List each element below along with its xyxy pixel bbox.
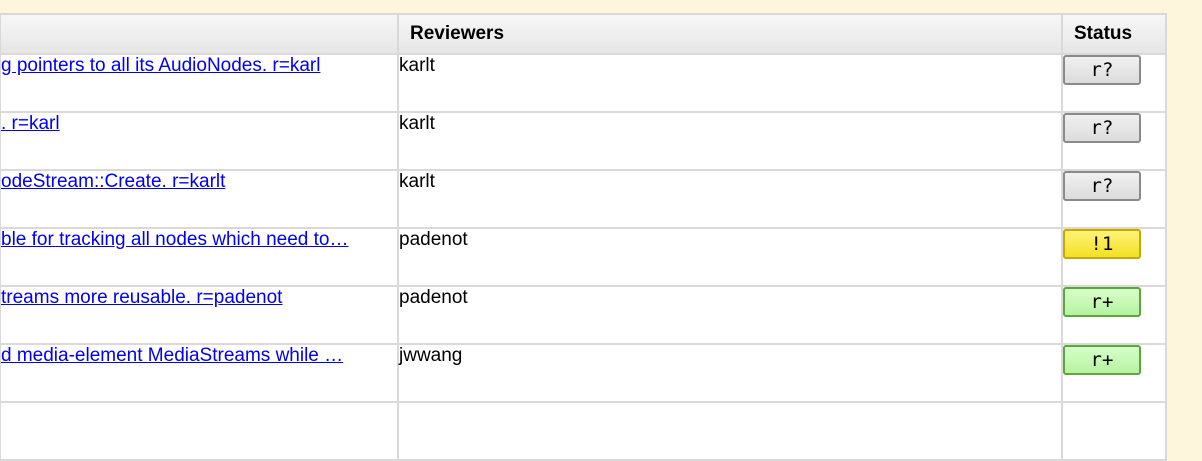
reviewer-cell: karlt — [397, 111, 1063, 171]
table-row: treams more reusable. r=padenot padenot … — [0, 285, 1167, 345]
status-flag-button[interactable]: !1 — [1063, 229, 1141, 259]
table-header-row: Reviewers Status — [0, 13, 1167, 55]
review-link[interactable]: d media-element MediaStreams while … — [2, 346, 396, 367]
review-requests-table: Reviewers Status g pointers to all its A… — [0, 13, 1167, 461]
review-link[interactable]: odeStream::Create. r=karlt — [2, 172, 396, 193]
table-row: d media-element MediaStreams while … jww… — [0, 343, 1167, 403]
status-cell — [1061, 401, 1167, 461]
reviewer-cell: padenot — [397, 227, 1063, 287]
status-flag-button[interactable]: r? — [1063, 113, 1141, 143]
table-row: g pointers to all its AudioNodes. r=karl… — [0, 53, 1167, 113]
status-cell: !1 — [1061, 227, 1167, 287]
description-cell — [0, 401, 399, 461]
table-row: odeStream::Create. r=karlt karlt r? — [0, 169, 1167, 229]
status-cell: r+ — [1061, 285, 1167, 345]
status-flag-button[interactable]: r+ — [1063, 345, 1141, 375]
header-status: Status — [1061, 13, 1167, 55]
reviewer-cell: karlt — [397, 169, 1063, 229]
description-cell: treams more reusable. r=padenot — [0, 285, 399, 345]
status-flag-button[interactable]: r? — [1063, 55, 1141, 85]
status-cell: r? — [1061, 111, 1167, 171]
description-cell: g pointers to all its AudioNodes. r=karl — [0, 53, 399, 113]
status-cell: r+ — [1061, 343, 1167, 403]
header-description — [0, 13, 399, 55]
review-link[interactable]: g pointers to all its AudioNodes. r=karl — [2, 56, 396, 77]
table-row: . r=karl karlt r? — [0, 111, 1167, 171]
status-flag-button[interactable]: r? — [1063, 171, 1141, 201]
description-cell: d media-element MediaStreams while … — [0, 343, 399, 403]
header-reviewers: Reviewers — [397, 13, 1063, 55]
description-cell: ble for tracking all nodes which need to… — [0, 227, 399, 287]
review-panel: Reviewers Status g pointers to all its A… — [0, 0, 1202, 461]
reviewer-cell: jwwang — [397, 343, 1063, 403]
reviewer-cell: karlt — [397, 53, 1063, 113]
table-row: ble for tracking all nodes which need to… — [0, 227, 1167, 287]
reviewer-cell: padenot — [397, 285, 1063, 345]
review-link[interactable]: . r=karl — [2, 114, 396, 135]
review-link[interactable]: ble for tracking all nodes which need to… — [2, 230, 396, 251]
table-row — [0, 401, 1167, 461]
status-cell: r? — [1061, 53, 1167, 113]
status-flag-button[interactable]: r+ — [1063, 287, 1141, 317]
review-link[interactable]: treams more reusable. r=padenot — [2, 288, 396, 309]
description-cell: . r=karl — [0, 111, 399, 171]
status-cell: r? — [1061, 169, 1167, 229]
description-cell: odeStream::Create. r=karlt — [0, 169, 399, 229]
reviewer-cell — [397, 401, 1063, 461]
